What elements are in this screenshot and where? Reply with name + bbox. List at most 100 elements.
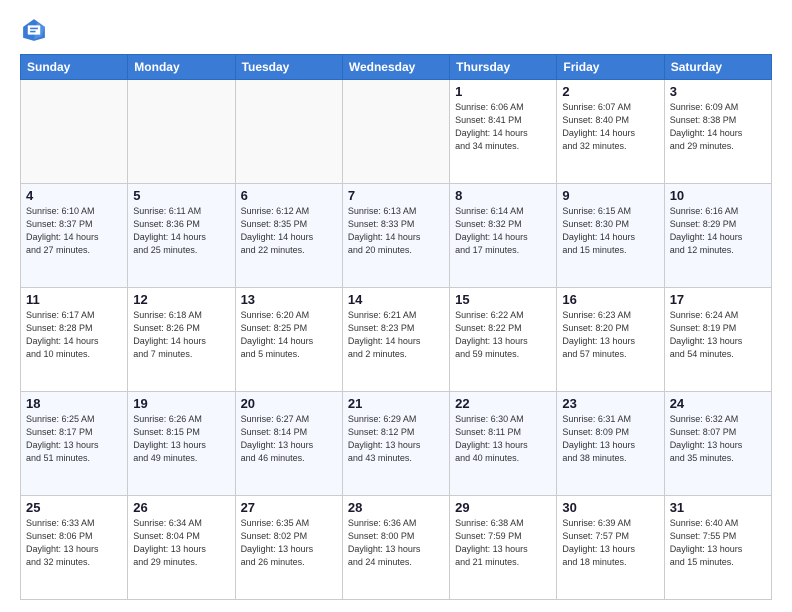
day-info: Sunrise: 6:39 AM Sunset: 7:57 PM Dayligh…: [562, 517, 658, 569]
day-number: 9: [562, 188, 658, 203]
calendar-week-row: 18 Sunrise: 6:25 AM Sunset: 8:17 PM Dayli…: [21, 392, 772, 496]
calendar-cell: 12Sunrise: 6:18 AM Sunset: 8:26 PM Dayli…: [128, 288, 235, 392]
calendar-cell: 24 Sunrise: 6:32 AM Sunset: 8:07 PM Dayli…: [664, 392, 771, 496]
day-number: 1: [455, 84, 551, 99]
day-number: 7: [348, 188, 444, 203]
calendar-cell: 14 Sunrise: 6:21 AM Sunset: 8:23 PM Dayli…: [342, 288, 449, 392]
day-info: Sunrise: 6:22 AM Sunset: 8:22 PM Dayligh…: [455, 309, 551, 361]
day-info: Sunrise: 6:30 AM Sunset: 8:11 PM Dayligh…: [455, 413, 551, 465]
day-number: 18: [26, 396, 122, 411]
logo: [20, 16, 52, 44]
day-info: Sunrise: 6:10 AM Sunset: 8:37 PM Dayligh…: [26, 205, 122, 257]
day-info: Sunrise: 6:09 AM Sunset: 8:38 PM Dayligh…: [670, 101, 766, 153]
day-number: 17: [670, 292, 766, 307]
day-info: Sunrise: 6:17 AM Sunset: 8:28 PM Dayligh…: [26, 309, 122, 361]
day-number: 12: [133, 292, 229, 307]
day-info: Sunrise: 6:20 AM Sunset: 8:25 PM Dayligh…: [241, 309, 337, 361]
day-number: 14: [348, 292, 444, 307]
calendar-header-row: SundayMondayTuesdayWednesdayThursdayFrid…: [21, 55, 772, 80]
calendar-cell: 22 Sunrise: 6:30 AM Sunset: 8:11 PM Dayli…: [450, 392, 557, 496]
day-info: Sunrise: 6:31 AM Sunset: 8:09 PM Dayligh…: [562, 413, 658, 465]
calendar-cell: [342, 80, 449, 184]
calendar-cell: [235, 80, 342, 184]
day-number: 20: [241, 396, 337, 411]
calendar-cell: [128, 80, 235, 184]
day-info: Sunrise: 6:38 AM Sunset: 7:59 PM Dayligh…: [455, 517, 551, 569]
day-info: Sunrise: 6:23 AM Sunset: 8:20 PM Dayligh…: [562, 309, 658, 361]
day-number: 13: [241, 292, 337, 307]
day-number: 31: [670, 500, 766, 515]
day-info: Sunrise: 6:32 AM Sunset: 8:07 PM Dayligh…: [670, 413, 766, 465]
calendar-cell: 6 Sunrise: 6:12 AM Sunset: 8:35 PM Daylig…: [235, 184, 342, 288]
calendar-cell: 21 Sunrise: 6:29 AM Sunset: 8:12 PM Dayli…: [342, 392, 449, 496]
header: [20, 16, 772, 44]
day-number: 6: [241, 188, 337, 203]
calendar-cell: 10 Sunrise: 6:16 AM Sunset: 8:29 PM Dayli…: [664, 184, 771, 288]
calendar-table: SundayMondayTuesdayWednesdayThursdayFrid…: [20, 54, 772, 600]
day-info: Sunrise: 6:12 AM Sunset: 8:35 PM Dayligh…: [241, 205, 337, 257]
calendar-cell: 28Sunrise: 6:36 AM Sunset: 8:00 PM Dayli…: [342, 496, 449, 600]
calendar-cell: [21, 80, 128, 184]
day-number: 30: [562, 500, 658, 515]
calendar-cell: 13 Sunrise: 6:20 AM Sunset: 8:25 PM Dayli…: [235, 288, 342, 392]
day-info: Sunrise: 6:11 AM Sunset: 8:36 PM Dayligh…: [133, 205, 229, 257]
calendar-cell: 30 Sunrise: 6:39 AM Sunset: 7:57 PM Dayli…: [557, 496, 664, 600]
day-info: Sunrise: 6:15 AM Sunset: 8:30 PM Dayligh…: [562, 205, 658, 257]
day-info: Sunrise: 6:21 AM Sunset: 8:23 PM Dayligh…: [348, 309, 444, 361]
day-number: 19: [133, 396, 229, 411]
day-number: 8: [455, 188, 551, 203]
day-info: Sunrise: 6:27 AM Sunset: 8:14 PM Dayligh…: [241, 413, 337, 465]
day-number: 21: [348, 396, 444, 411]
day-number: 3: [670, 84, 766, 99]
day-number: 24: [670, 396, 766, 411]
logo-icon: [20, 16, 48, 44]
day-info: Sunrise: 6:25 AM Sunset: 8:17 PM Dayligh…: [26, 413, 122, 465]
day-number: 10: [670, 188, 766, 203]
calendar-day-header: Sunday: [21, 55, 128, 80]
calendar-cell: 5 Sunrise: 6:11 AM Sunset: 8:36 PM Daylig…: [128, 184, 235, 288]
day-number: 15: [455, 292, 551, 307]
calendar-cell: 3 Sunrise: 6:09 AM Sunset: 8:38 PM Daylig…: [664, 80, 771, 184]
calendar-week-row: 4 Sunrise: 6:10 AM Sunset: 8:37 PM Daylig…: [21, 184, 772, 288]
day-number: 5: [133, 188, 229, 203]
calendar-cell: 23 Sunrise: 6:31 AM Sunset: 8:09 PM Dayli…: [557, 392, 664, 496]
day-number: 4: [26, 188, 122, 203]
calendar-day-header: Thursday: [450, 55, 557, 80]
calendar-cell: 27Sunrise: 6:35 AM Sunset: 8:02 PM Dayli…: [235, 496, 342, 600]
calendar-cell: 20 Sunrise: 6:27 AM Sunset: 8:14 PM Dayli…: [235, 392, 342, 496]
day-info: Sunrise: 6:29 AM Sunset: 8:12 PM Dayligh…: [348, 413, 444, 465]
day-number: 22: [455, 396, 551, 411]
calendar-day-header: Tuesday: [235, 55, 342, 80]
calendar-week-row: 25Sunrise: 6:33 AM Sunset: 8:06 PM Dayli…: [21, 496, 772, 600]
day-info: Sunrise: 6:13 AM Sunset: 8:33 PM Dayligh…: [348, 205, 444, 257]
calendar-cell: 25Sunrise: 6:33 AM Sunset: 8:06 PM Dayli…: [21, 496, 128, 600]
day-info: Sunrise: 6:40 AM Sunset: 7:55 PM Dayligh…: [670, 517, 766, 569]
page: SundayMondayTuesdayWednesdayThursdayFrid…: [0, 0, 792, 612]
day-number: 29: [455, 500, 551, 515]
calendar-day-header: Friday: [557, 55, 664, 80]
calendar-cell: 15 Sunrise: 6:22 AM Sunset: 8:22 PM Dayli…: [450, 288, 557, 392]
calendar-cell: 1Sunrise: 6:06 AM Sunset: 8:41 PM Daylig…: [450, 80, 557, 184]
day-info: Sunrise: 6:14 AM Sunset: 8:32 PM Dayligh…: [455, 205, 551, 257]
calendar-cell: 16 Sunrise: 6:23 AM Sunset: 8:20 PM Dayli…: [557, 288, 664, 392]
calendar-cell: 26 Sunrise: 6:34 AM Sunset: 8:04 PM Dayli…: [128, 496, 235, 600]
calendar-cell: 19Sunrise: 6:26 AM Sunset: 8:15 PM Dayli…: [128, 392, 235, 496]
day-number: 16: [562, 292, 658, 307]
calendar-cell: 8 Sunrise: 6:14 AM Sunset: 8:32 PM Daylig…: [450, 184, 557, 288]
calendar-cell: 18 Sunrise: 6:25 AM Sunset: 8:17 PM Dayli…: [21, 392, 128, 496]
calendar-cell: 31 Sunrise: 6:40 AM Sunset: 7:55 PM Dayli…: [664, 496, 771, 600]
calendar-day-header: Wednesday: [342, 55, 449, 80]
day-number: 23: [562, 396, 658, 411]
calendar-cell: 29 Sunrise: 6:38 AM Sunset: 7:59 PM Dayli…: [450, 496, 557, 600]
calendar-cell: 7 Sunrise: 6:13 AM Sunset: 8:33 PM Daylig…: [342, 184, 449, 288]
calendar-day-header: Monday: [128, 55, 235, 80]
day-number: 26: [133, 500, 229, 515]
calendar-week-row: 11Sunrise: 6:17 AM Sunset: 8:28 PM Dayli…: [21, 288, 772, 392]
day-info: Sunrise: 6:16 AM Sunset: 8:29 PM Dayligh…: [670, 205, 766, 257]
day-info: Sunrise: 6:35 AM Sunset: 8:02 PM Dayligh…: [241, 517, 337, 569]
calendar-day-header: Saturday: [664, 55, 771, 80]
day-info: Sunrise: 6:33 AM Sunset: 8:06 PM Dayligh…: [26, 517, 122, 569]
day-info: Sunrise: 6:34 AM Sunset: 8:04 PM Dayligh…: [133, 517, 229, 569]
day-number: 2: [562, 84, 658, 99]
calendar-cell: 17Sunrise: 6:24 AM Sunset: 8:19 PM Dayli…: [664, 288, 771, 392]
